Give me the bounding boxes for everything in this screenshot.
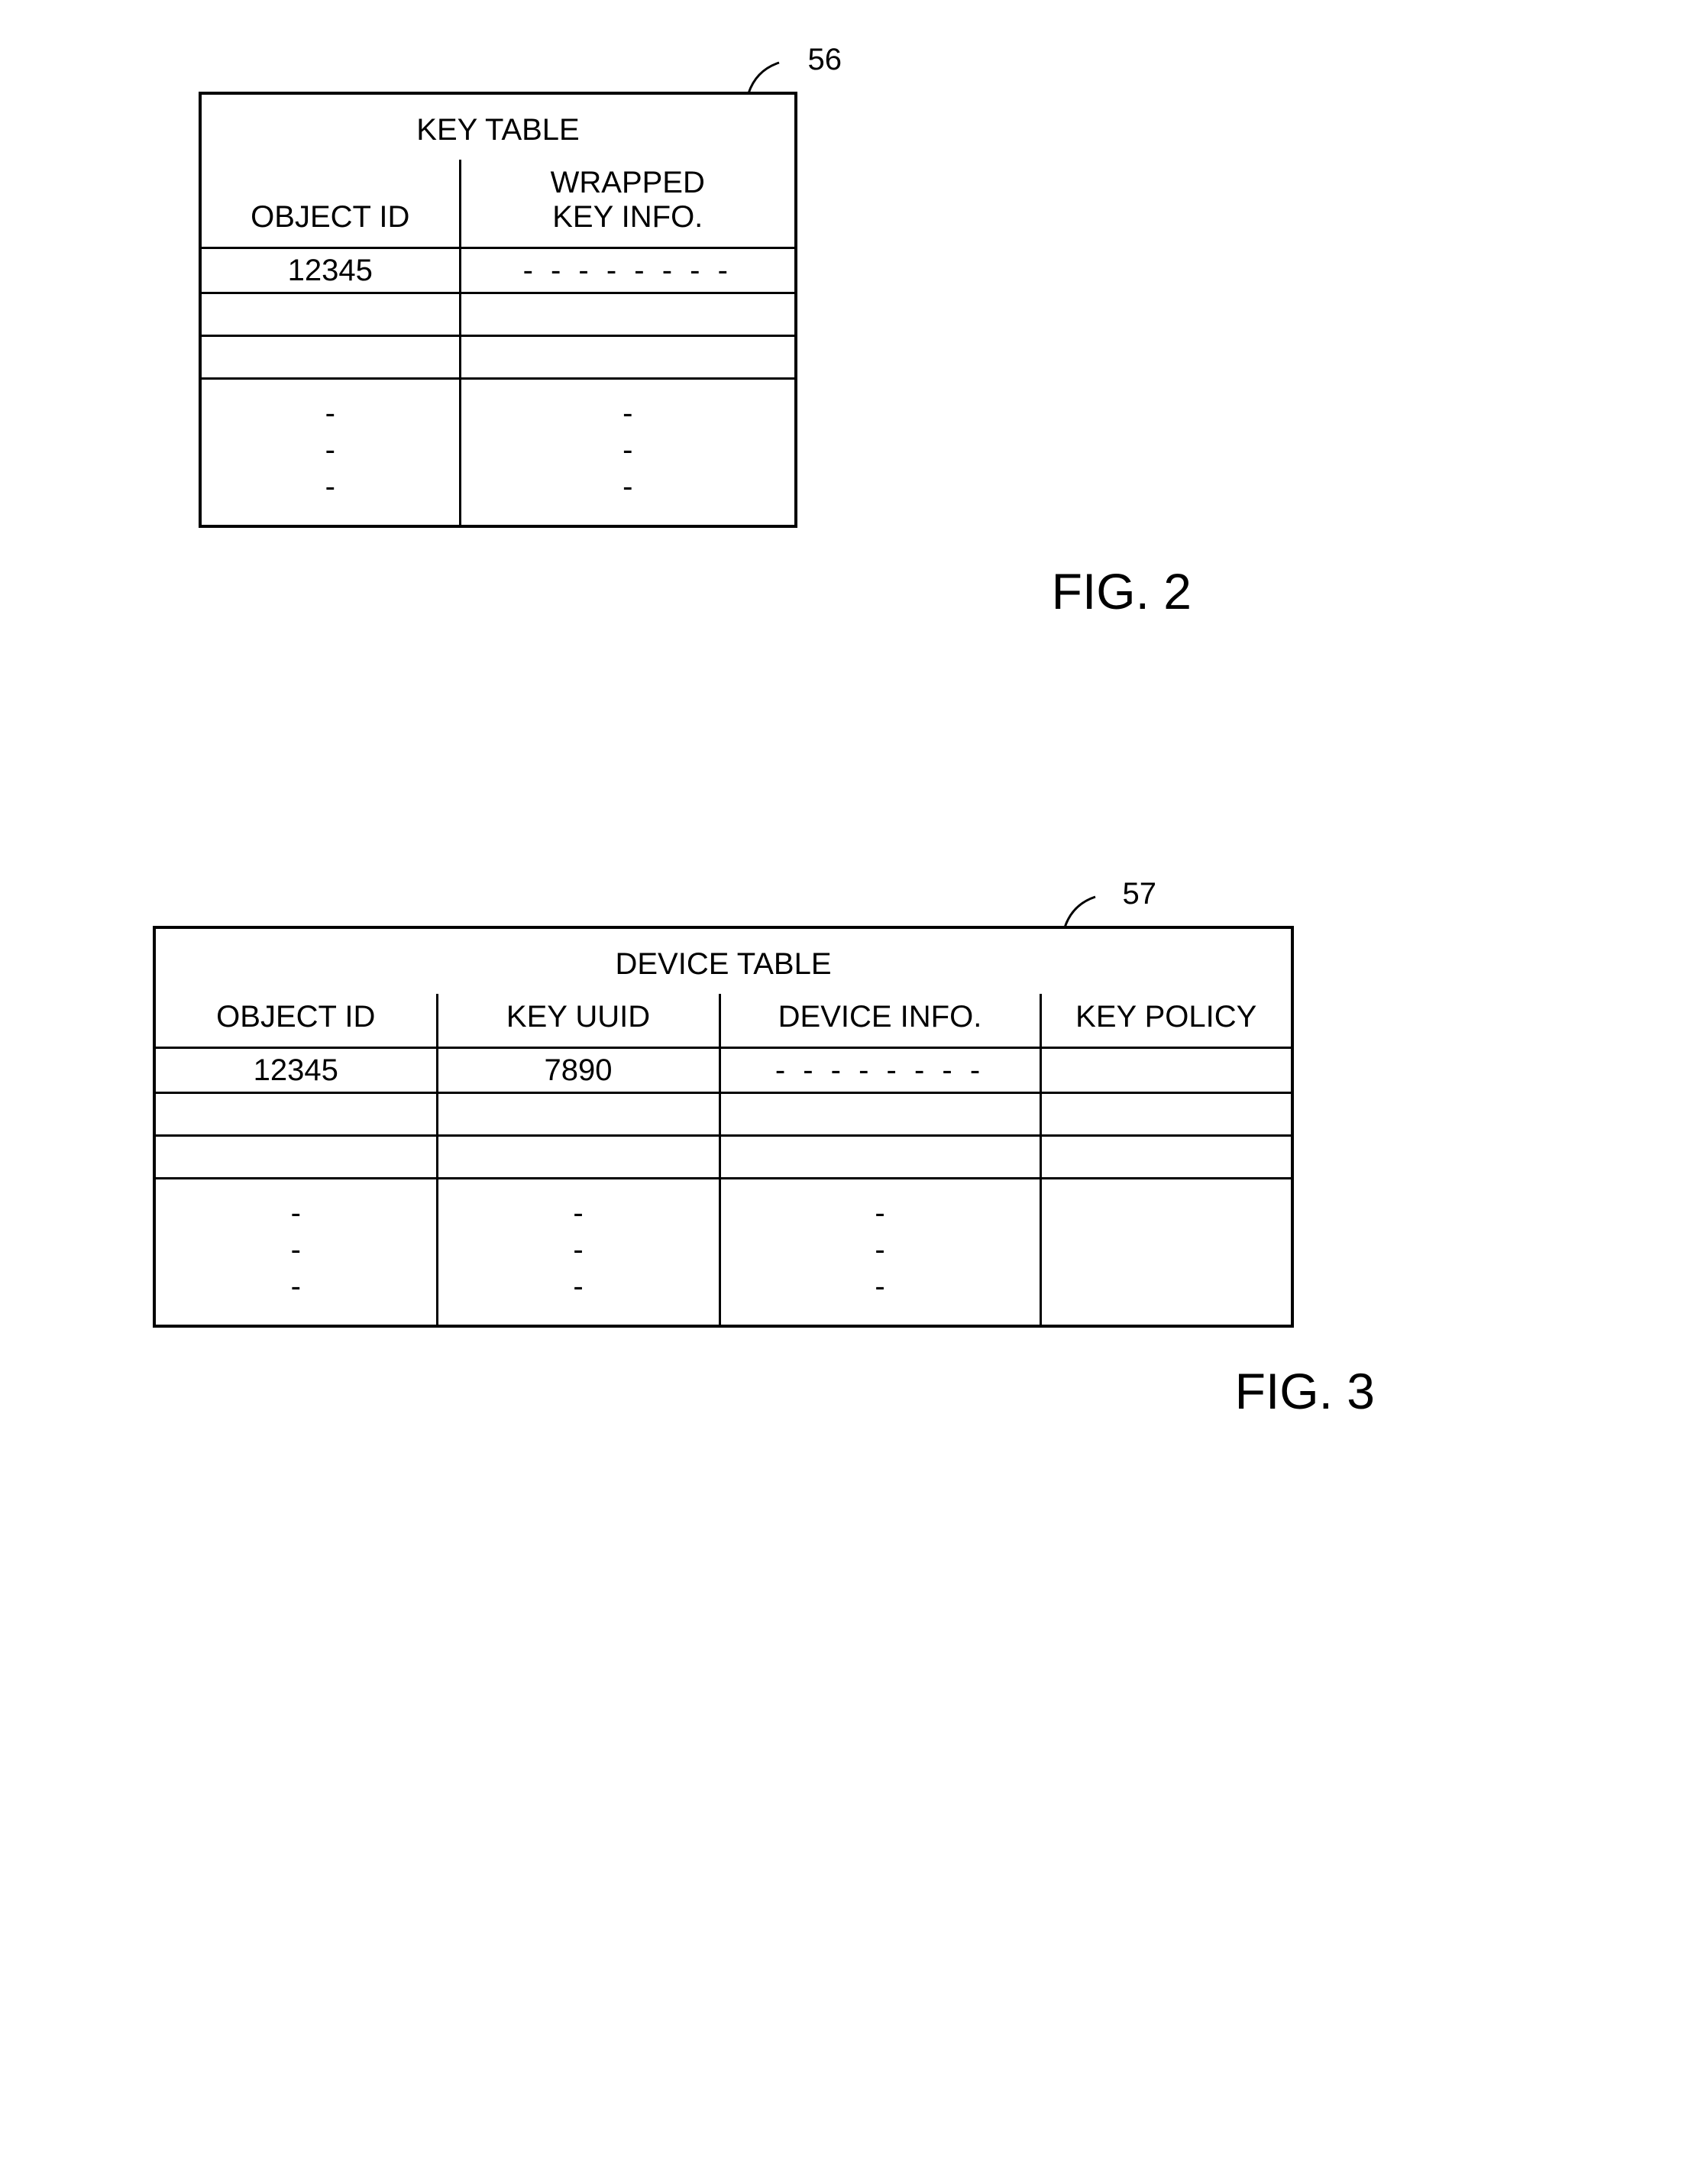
cell-key-policy (1040, 1136, 1292, 1179)
table-row (154, 1136, 1292, 1179)
col-device-info: DEVICE INFO. (720, 994, 1040, 1048)
col-key-policy: KEY POLICY (1040, 994, 1292, 1048)
cell-wrapped-key: - - - - - - - - (460, 248, 796, 293)
ref-number-56: 56 (808, 43, 842, 77)
cell-object-id (200, 336, 460, 379)
device-table: DEVICE TABLE OBJECT ID KEY UUID DEVICE I… (153, 926, 1294, 1328)
cell-key-uuid: 7890 (437, 1048, 720, 1093)
cell-device-info: - - - - - - - - (720, 1048, 1040, 1093)
ref-arc-56 (741, 55, 802, 101)
device-table-container: 57 DEVICE TABLE OBJECT ID KEY UUID DEVIC… (153, 926, 1294, 1328)
cell-key-policy (1040, 1048, 1292, 1093)
figure-caption-3: FIG. 3 (153, 1362, 1375, 1420)
col-wrapped-key-line2: KEY INFO. (552, 200, 703, 234)
device-table-title: DEVICE TABLE (154, 927, 1292, 994)
table-row (154, 1093, 1292, 1136)
vdots: --- (154, 1179, 437, 1327)
table-vdots: --- --- (200, 379, 796, 527)
col-object-id: OBJECT ID (154, 994, 437, 1048)
vdots-empty (1040, 1179, 1292, 1327)
vdots: --- (720, 1179, 1040, 1327)
table-row (200, 293, 796, 336)
vdots: --- (200, 379, 460, 527)
key-table: KEY TABLE OBJECT ID WRAPPED KEY INFO. 12… (199, 92, 797, 528)
cell-object-id: 12345 (154, 1048, 437, 1093)
cell-device-info (720, 1136, 1040, 1179)
col-wrapped-key-line1: WRAPPED (551, 166, 705, 199)
table-row: 12345 - - - - - - - - (200, 248, 796, 293)
cell-object-id (154, 1136, 437, 1179)
cell-object-id (200, 293, 460, 336)
table-row: 12345 7890 - - - - - - - - (154, 1048, 1292, 1093)
cell-key-uuid (437, 1136, 720, 1179)
vdots: --- (437, 1179, 720, 1327)
col-wrapped-key: WRAPPED KEY INFO. (460, 160, 796, 248)
ref-arc-57 (1057, 889, 1118, 935)
col-key-uuid: KEY UUID (437, 994, 720, 1048)
ref-number-57: 57 (1123, 877, 1157, 911)
col-object-id: OBJECT ID (200, 160, 460, 248)
vdots: --- (460, 379, 796, 527)
cell-object-id: 12345 (200, 248, 460, 293)
cell-object-id (154, 1093, 437, 1136)
cell-key-uuid (437, 1093, 720, 1136)
figure-caption-2: FIG. 2 (199, 562, 1192, 620)
table-row (200, 336, 796, 379)
key-table-container: 56 KEY TABLE OBJECT ID WRAPPED KEY INFO.… (199, 92, 797, 528)
table-vdots: --- --- --- (154, 1179, 1292, 1327)
cell-device-info (720, 1093, 1040, 1136)
cell-key-policy (1040, 1093, 1292, 1136)
cell-wrapped-key (460, 336, 796, 379)
key-table-title: KEY TABLE (200, 93, 796, 160)
cell-wrapped-key (460, 293, 796, 336)
